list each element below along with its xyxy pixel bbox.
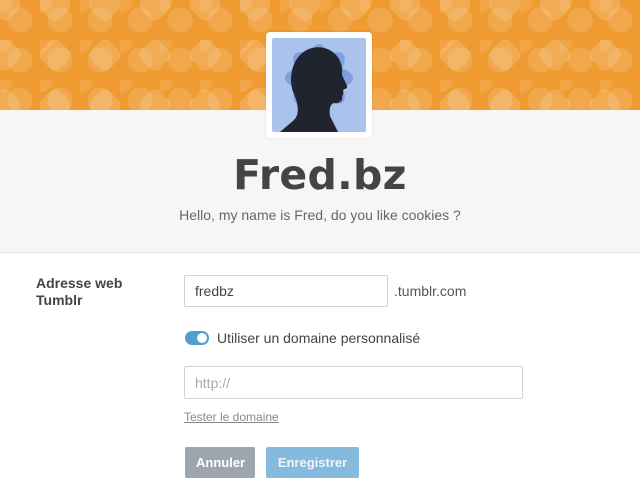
avatar[interactable] [266,32,372,138]
tumblr-username-input[interactable] [184,275,388,307]
toggle-knob [197,333,207,343]
silhouette-avatar-icon [272,38,366,132]
cancel-button[interactable]: Annuler [185,447,255,478]
custom-domain-input[interactable] [184,366,523,399]
custom-domain-toggle[interactable] [185,331,209,345]
test-domain-link[interactable]: Tester le domaine [184,410,279,424]
tumblr-domain-suffix: .tumblr.com [394,283,467,299]
blog-description: Hello, my name is Fred, do you like cook… [179,207,461,223]
tumblr-url-label: Adresse web Tumblr [36,275,123,308]
save-button[interactable]: Enregistrer [266,447,359,478]
blog-title: Fred.bz [233,151,407,199]
custom-domain-toggle-label: Utiliser un domaine personnalisé [217,330,421,346]
